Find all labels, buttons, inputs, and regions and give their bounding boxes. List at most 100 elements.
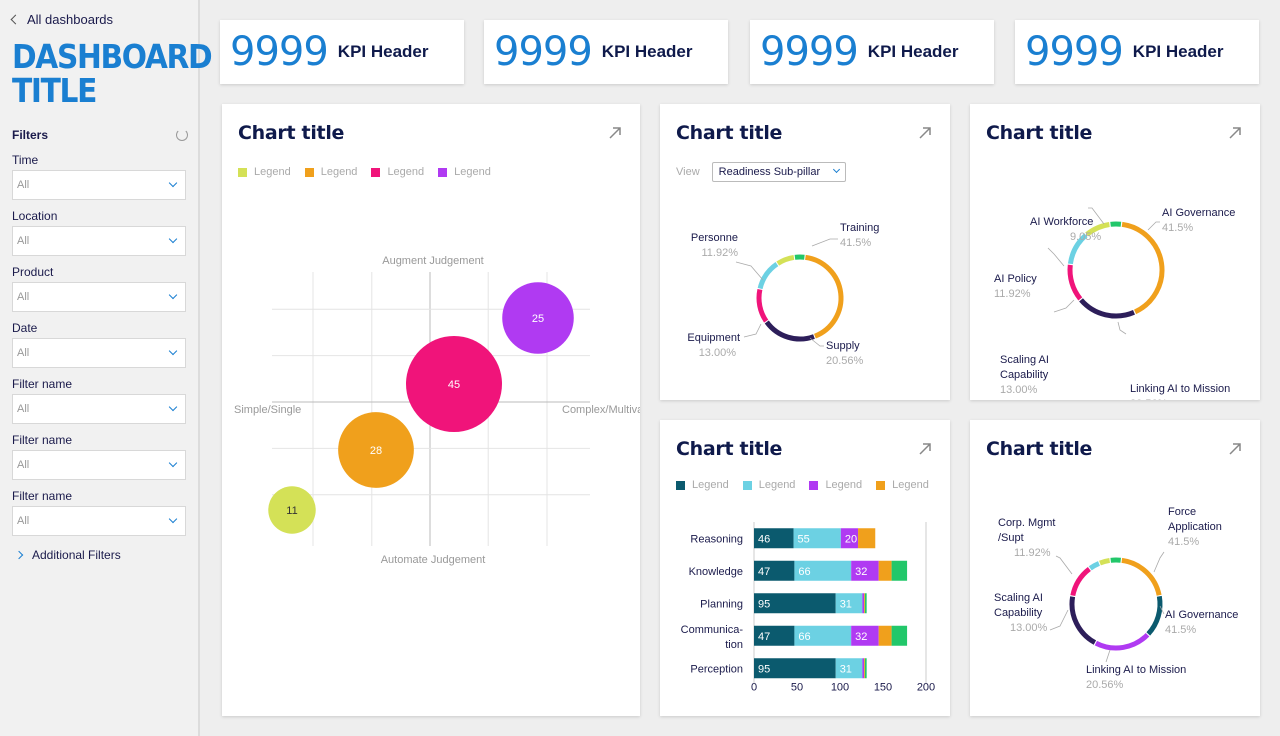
slice-value: 13.00% (1000, 384, 1038, 396)
bar-segment (891, 625, 908, 646)
kpi-card-1: 9999 KPI Header (220, 20, 464, 84)
bar-segment (864, 593, 867, 614)
bar-value-label: 46 (758, 533, 770, 545)
kpi-value: 9999 (1025, 29, 1124, 75)
leader-line (809, 337, 824, 347)
donut-slice (1070, 566, 1091, 597)
slice-name: Linking AI to Mission (1086, 664, 1186, 676)
chevron-right-icon (14, 550, 24, 560)
filters-header: Filters (12, 128, 188, 142)
slice-name: Supply (826, 340, 860, 352)
filter-select[interactable]: All (12, 282, 186, 312)
expand-icon[interactable] (1228, 442, 1242, 456)
bar-value-label: 32 (855, 566, 867, 578)
legend-item: Legend (304, 166, 357, 178)
slice-name: AI Policy (994, 273, 1037, 285)
bar-value-label: 20 (845, 533, 857, 545)
slice-name: Linking AI to Mission (1130, 383, 1230, 395)
filter-value: All (17, 515, 30, 527)
chart-title: Chart title (676, 122, 783, 144)
bubble-label: 28 (370, 445, 382, 457)
chevron-left-icon (10, 14, 21, 25)
bar-value-label: 55 (798, 533, 810, 545)
bar-value-label: 95 (758, 598, 770, 610)
donut-slice (1069, 596, 1097, 645)
filter-value: All (17, 235, 30, 247)
slice-name: Scaling AI (1000, 354, 1049, 366)
legend-swatch (742, 480, 752, 490)
kpi-header: KPI Header (337, 42, 429, 61)
slice-value: 41.5% (1162, 222, 1193, 234)
additional-filters-link[interactable]: Additional Filters (14, 548, 121, 562)
legend-swatch (238, 167, 247, 177)
filter-name-3: Filter name All (12, 489, 186, 536)
chart-legend: Legend Legend Legend Legend (676, 479, 929, 491)
donut-chart-card-3: Chart title Force Application 41.5% AI Gove… (970, 420, 1260, 716)
leader-line (1055, 555, 1073, 575)
bubble-chart-card: Chart title Legend Legend Legend Legend … (222, 104, 640, 716)
filter-select[interactable]: All (12, 338, 186, 368)
x-tick-label: 0 (751, 682, 757, 694)
legend-swatch (676, 480, 685, 490)
slice-name: Capability (1000, 369, 1049, 381)
bubble-label: 11 (286, 505, 297, 517)
slice-name: Scaling AI (994, 592, 1043, 604)
legend-item: Legend (438, 166, 491, 178)
chevron-down-icon (168, 402, 178, 412)
filter-name-2: Filter name All (12, 433, 186, 480)
leader-line (1047, 247, 1065, 267)
stacked-bar-card: Chart title Legend Legend Legend Legend … (660, 420, 950, 716)
bar-value-label: 47 (758, 566, 770, 578)
filter-product: Product All (12, 265, 186, 312)
expand-icon[interactable] (918, 126, 932, 140)
legend-item: Legend (876, 479, 929, 491)
expand-icon[interactable] (918, 442, 932, 456)
bar-segment (878, 560, 892, 581)
filter-value: All (17, 403, 30, 415)
bar-segment (858, 528, 876, 549)
slice-name: AI Workforce (1030, 216, 1093, 228)
reset-icon[interactable] (176, 129, 188, 141)
bubble-chart: Augment Judgement Automate Judgement Simpl… (234, 255, 640, 566)
chevron-down-icon (168, 458, 178, 468)
legend-item: Legend (809, 479, 862, 491)
filter-select[interactable]: All (12, 506, 186, 536)
slice-value: 13.00% (1010, 622, 1048, 634)
donut-slice (1094, 632, 1150, 651)
kpi-header: KPI Header (867, 42, 959, 61)
filter-select[interactable]: All (12, 450, 186, 480)
leader-line (1053, 299, 1075, 313)
view-label: View (676, 166, 700, 178)
filter-select[interactable]: All (12, 394, 186, 424)
filter-select[interactable]: All (12, 170, 186, 200)
view-select[interactable]: Readiness Sub-pillar (711, 162, 846, 182)
donut-slice (1121, 557, 1162, 596)
filter-select[interactable]: All (12, 226, 186, 256)
chevron-down-icon (168, 290, 178, 300)
filter-label: Filter name (12, 377, 73, 391)
leader-line (1049, 609, 1069, 631)
donut-slice (1099, 557, 1111, 566)
filter-name-1: Filter name All (12, 377, 186, 424)
expand-icon[interactable] (1228, 126, 1242, 140)
filters-label: Filters (12, 128, 49, 142)
legend-label: Legend (692, 479, 729, 491)
slice-name: Corp. Mgmt (998, 517, 1055, 529)
all-dashboards-link[interactable]: All dashboards (10, 12, 113, 27)
legend-item: Legend (238, 166, 291, 178)
slice-name: Application (1168, 521, 1222, 533)
kpi-header: KPI Header (1132, 42, 1224, 61)
legend-item: Legend (742, 479, 795, 491)
filter-label: Location (12, 209, 58, 223)
slice-value: 20.56% (1086, 679, 1124, 691)
filter-value: All (17, 459, 30, 471)
axis-label-bottom: Automate Judgement (381, 554, 486, 566)
sidebar: All dashboards Dashboard Title Filters T… (0, 0, 213, 736)
expand-icon[interactable] (608, 126, 622, 140)
slice-name: /Supt (998, 532, 1024, 544)
donut-slice (776, 254, 795, 266)
all-dashboards-label: All dashboards (27, 12, 113, 27)
leader-line (1153, 551, 1165, 573)
slice-value: 41.5% (1168, 536, 1199, 548)
chevron-down-icon (832, 165, 840, 174)
